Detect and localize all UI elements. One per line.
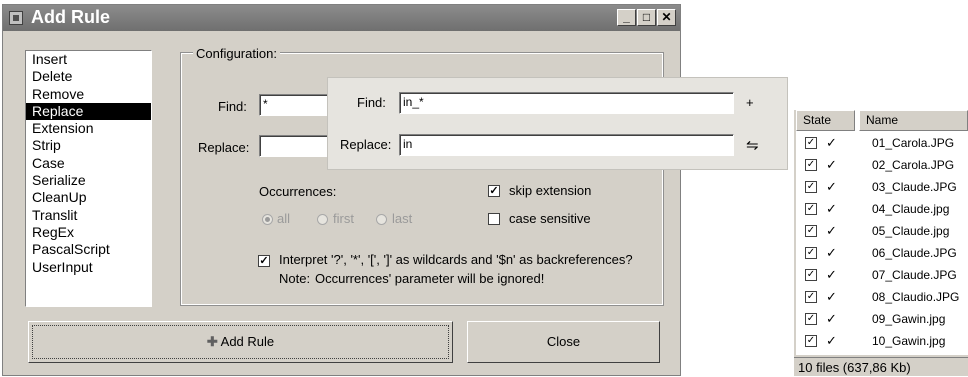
occurrence-all-label: all (277, 211, 291, 226)
file-row[interactable]: ✓ ✓ 01_Carola.JPG (796, 132, 968, 154)
state-check-icon: ✓ (826, 135, 837, 150)
file-checkbox[interactable]: ✓ (805, 269, 817, 281)
file-row[interactable]: ✓ ✓ 06_Claude.JPG (796, 242, 968, 264)
file-row[interactable]: ✓ ✓ 04_Claude.jpg (796, 198, 968, 220)
file-checkbox[interactable]: ✓ (805, 159, 817, 171)
rule-item-case[interactable]: Case (26, 155, 151, 172)
file-checkbox[interactable]: ✓ (805, 225, 817, 237)
overlay-swap-icon[interactable]: ⇋ (746, 136, 759, 154)
wildcards-label: Interpret '?', '*', '[', ']' as wildcard… (279, 252, 633, 267)
overlay-replace-input[interactable]: in (399, 134, 734, 156)
state-check-icon: ✓ (826, 223, 837, 238)
overlay-replace-label: Replace: (340, 137, 392, 152)
close-button[interactable]: Close (467, 321, 660, 363)
state-check-icon: ✓ (826, 157, 837, 172)
rule-item-strip[interactable]: Strip (26, 137, 151, 154)
file-row[interactable]: ✓ ✓ 02_Carola.JPG (796, 154, 968, 176)
state-check-icon: ✓ (826, 245, 837, 260)
maximize-button[interactable]: □ (637, 9, 656, 26)
add-rule-label: Add Rule (220, 334, 275, 349)
file-checkbox[interactable]: ✓ (805, 313, 817, 325)
skip-extension-label: skip extension (509, 183, 592, 198)
case-sensitive-label: case sensitive (509, 211, 591, 226)
file-checkbox[interactable]: ✓ (805, 181, 817, 193)
file-checkbox[interactable]: ✓ (805, 247, 817, 259)
occurrence-last-label: last (392, 211, 413, 226)
app-icon (9, 11, 23, 25)
file-name: 02_Carola.JPG (872, 158, 955, 172)
case-sensitive-checkbox[interactable] (488, 213, 500, 225)
rule-item-regex[interactable]: RegEx (26, 224, 151, 241)
occurrence-first-radio[interactable] (317, 214, 328, 225)
file-row[interactable]: ✓ ✓ 07_Claude.JPG (796, 264, 968, 286)
add-rule-button[interactable]: ✚ Add Rule (28, 321, 453, 363)
occurrence-last-radio[interactable] (376, 214, 387, 225)
file-row[interactable]: ✓ ✓ 09_Gawin.jpg (796, 308, 968, 330)
title-bar[interactable]: Add Rule _ □ ✕ (3, 5, 680, 31)
configuration-label: Configuration: (193, 46, 280, 61)
find-label: Find: (218, 99, 247, 114)
note-prefix: Note: (279, 271, 311, 286)
occurrences-label: Occurrences: (259, 184, 337, 199)
rule-item-userinput[interactable]: UserInput (26, 259, 151, 276)
wildcards-checkbox[interactable]: ✓ (258, 255, 270, 267)
file-checkbox[interactable]: ✓ (805, 291, 817, 303)
state-check-icon: ✓ (826, 179, 837, 194)
minimize-button[interactable]: _ (617, 9, 636, 26)
file-row[interactable]: ✓ ✓ 08_Claudio.JPG (796, 286, 968, 308)
file-grid[interactable]: State Name ✓ ✓ 01_Carola.JPG ✓ ✓ 02_Carola.JP… (796, 110, 968, 355)
note-text: Occurrences' parameter will be ignored! (315, 271, 545, 286)
plus-icon: ✚ (206, 334, 218, 349)
column-header-state[interactable]: State (796, 110, 855, 131)
close-window-button[interactable]: ✕ (657, 9, 676, 26)
rule-item-serialize[interactable]: Serialize (26, 172, 151, 189)
file-name: 07_Claude.JPG (872, 268, 957, 282)
file-list-panel: State Name ✓ ✓ 01_Carola.JPG ✓ ✓ 02_Carola.JP… (794, 110, 968, 376)
file-name: 08_Claudio.JPG (872, 290, 960, 304)
file-name: 10_Gawin.jpg (872, 334, 946, 348)
zoomed-find-replace-panel: Find: in_* + Replace: in ⇋ (327, 77, 788, 170)
file-row[interactable]: ✓ ✓ 03_Claude.JPG (796, 176, 968, 198)
file-name: 03_Claude.JPG (872, 180, 957, 194)
state-check-icon: ✓ (826, 289, 837, 304)
file-checkbox[interactable]: ✓ (805, 335, 817, 347)
state-check-icon: ✓ (826, 201, 837, 216)
occurrence-all-radio[interactable] (262, 214, 273, 225)
rule-item-remove[interactable]: Remove (26, 86, 151, 103)
rule-item-delete[interactable]: Delete (26, 68, 151, 85)
status-bar: 10 files (637,86 Kb) (794, 357, 968, 376)
file-name: 01_Carola.JPG (872, 136, 955, 150)
overlay-find-label: Find: (357, 95, 386, 110)
replace-label: Replace: (198, 140, 250, 155)
rule-item-insert[interactable]: Insert (26, 51, 151, 68)
file-row[interactable]: ✓ ✓ 05_Claude.jpg (796, 220, 968, 242)
file-name: 05_Claude.jpg (872, 224, 950, 238)
rule-item-pascalscript[interactable]: PascalScript (26, 241, 151, 258)
rule-item-extension[interactable]: Extension (26, 120, 151, 137)
overlay-find-add-button[interactable]: + (746, 95, 754, 110)
column-header-name[interactable]: Name (859, 110, 968, 131)
file-checkbox[interactable]: ✓ (805, 137, 817, 149)
file-name: 04_Claude.jpg (872, 202, 950, 216)
file-name: 06_Claude.JPG (872, 246, 957, 260)
occurrence-first-label: first (333, 211, 354, 226)
overlay-find-input[interactable]: in_* (399, 92, 734, 114)
add-rule-window: Add Rule _ □ ✕ Insert Delete Remove Replace… (2, 4, 681, 376)
rule-type-list[interactable]: Insert Delete Remove Replace Extension Strip C… (25, 50, 152, 307)
file-checkbox[interactable]: ✓ (805, 203, 817, 215)
rule-item-cleanup[interactable]: CleanUp (26, 189, 151, 206)
state-check-icon: ✓ (826, 267, 837, 282)
state-check-icon: ✓ (826, 333, 837, 348)
rule-item-replace[interactable]: Replace (26, 102, 151, 121)
skip-extension-checkbox[interactable]: ✓ (488, 185, 500, 197)
file-row[interactable]: ✓ ✓ 10_Gawin.jpg (796, 330, 968, 352)
state-check-icon: ✓ (826, 311, 837, 326)
rule-item-translit[interactable]: Translit (26, 207, 151, 224)
file-name: 09_Gawin.jpg (872, 312, 946, 326)
window-title: Add Rule (31, 7, 110, 27)
